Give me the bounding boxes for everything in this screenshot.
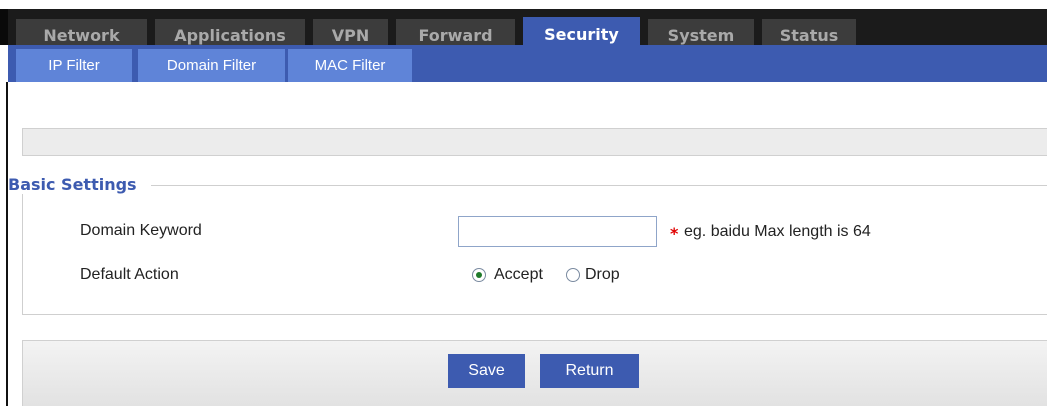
accept-radio[interactable]	[472, 268, 486, 282]
save-button[interactable]: Save	[448, 354, 525, 388]
left-border	[0, 82, 8, 406]
drop-radio[interactable]	[566, 268, 580, 282]
info-bar	[22, 128, 1047, 156]
basic-settings-fieldset	[22, 185, 1047, 315]
basic-settings-legend: Basic Settings	[8, 175, 151, 194]
subtab-ip-filter[interactable]: IP Filter	[16, 49, 132, 82]
subtab-domain-filter[interactable]: Domain Filter	[138, 49, 285, 82]
sub-nav: IP Filter Domain Filter MAC Filter	[8, 45, 1047, 82]
button-bar	[22, 340, 1047, 406]
domain-keyword-hint: eg. baidu Max length is 64	[684, 223, 871, 240]
default-action-label: Default Action	[80, 266, 179, 283]
return-button[interactable]: Return	[540, 354, 639, 388]
domain-keyword-input[interactable]	[458, 216, 657, 247]
subtab-mac-filter[interactable]: MAC Filter	[288, 49, 412, 82]
drop-radio-label[interactable]: Drop	[585, 266, 620, 284]
main-nav: Network Applications VPN Forward Securit…	[0, 9, 1047, 54]
router-admin-page: Network Applications VPN Forward Securit…	[0, 0, 1047, 406]
top-strip	[0, 0, 1047, 9]
domain-keyword-label: Domain Keyword	[80, 222, 202, 239]
accept-radio-label[interactable]: Accept	[494, 266, 543, 284]
required-mark: *	[670, 224, 679, 243]
